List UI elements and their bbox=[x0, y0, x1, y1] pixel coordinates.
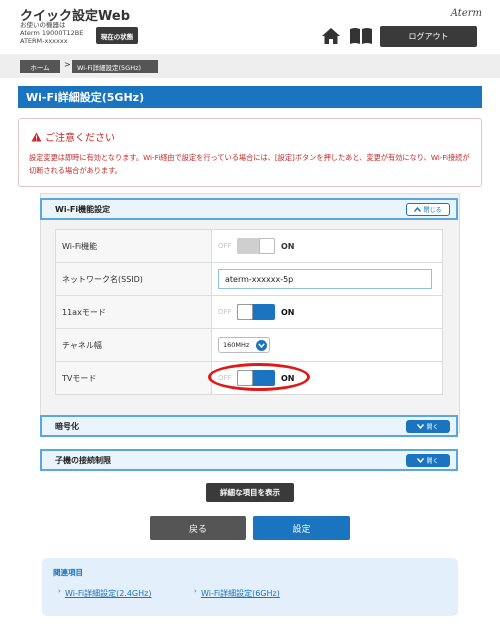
chevron-down-icon bbox=[256, 339, 267, 351]
channel-width-label: チャネル幅 bbox=[55, 328, 212, 362]
expand-button[interactable]: 開く bbox=[406, 454, 450, 467]
caution-title: ご注意ください bbox=[45, 133, 115, 144]
table-row: 11axモード OFF ON bbox=[55, 295, 443, 329]
11ax-mode-value: OFF ON bbox=[211, 295, 443, 329]
back-button[interactable]: 戻る bbox=[150, 516, 246, 540]
collapse-button-label: 閉じる bbox=[423, 207, 442, 214]
table-row: Wi-Fi機能 OFF ON bbox=[55, 229, 443, 263]
table-row: ネットワーク名(SSID) bbox=[55, 262, 443, 296]
header: クイック設定Web お使いの機器は Aterm 19000T12BE ATERM… bbox=[0, 0, 500, 54]
device-info: お使いの機器は Aterm 19000T12BE ATERM-xxxxxx bbox=[20, 21, 83, 45]
client-limit-section-header[interactable]: 子機の接続制限 開く bbox=[40, 449, 458, 471]
page-title: Wi-Fi詳細設定(5GHz) bbox=[18, 86, 482, 108]
brand-logo: Aterm bbox=[450, 8, 482, 19]
toggle-knob bbox=[259, 238, 275, 254]
home-icon[interactable] bbox=[321, 27, 341, 45]
expand-button-label: 開く bbox=[426, 458, 439, 465]
related-items-box: 関連項目 › Wi-Fi詳細設定(2.4GHz) › Wi-Fi詳細設定(6GH… bbox=[42, 558, 458, 616]
toggle-switch[interactable] bbox=[237, 238, 275, 254]
wifi-function-label: Wi-Fi機能 bbox=[55, 229, 212, 263]
breadcrumb-separator: > bbox=[64, 60, 71, 69]
toggle-on-label: ON bbox=[281, 241, 295, 251]
chevron-down-icon bbox=[417, 424, 425, 429]
toggle-off-label: OFF bbox=[218, 242, 232, 250]
toggle-off-label: OFF bbox=[218, 308, 232, 316]
toggle-knob bbox=[237, 304, 253, 320]
manual-book-icon[interactable] bbox=[349, 27, 373, 45]
related-link-6ghz[interactable]: Wi-Fi詳細設定(6GHz) bbox=[201, 588, 280, 599]
device-model: Aterm 19000T12BE bbox=[20, 29, 84, 37]
related-link-24ghz[interactable]: Wi-Fi詳細設定(2.4GHz) bbox=[65, 588, 151, 599]
11ax-mode-toggle[interactable]: OFF ON bbox=[218, 304, 442, 320]
highlight-annotation bbox=[208, 363, 310, 391]
encryption-section-title: 暗号化 bbox=[55, 421, 79, 431]
ssid-label: ネットワーク名(SSID) bbox=[55, 262, 212, 296]
toggle-switch[interactable] bbox=[237, 304, 275, 320]
ssid-value bbox=[211, 262, 443, 296]
breadcrumb-home[interactable]: ホーム bbox=[20, 60, 60, 73]
client-limit-section-title: 子機の接続制限 bbox=[55, 455, 111, 465]
expand-button-label: 開く bbox=[426, 424, 439, 431]
logout-button[interactable]: ログアウト bbox=[380, 26, 477, 47]
show-details-button[interactable]: 詳細な項目を表示 bbox=[206, 483, 294, 502]
caution-box: ご注意ください 設定変更は即時に有効となります。Wi-Fi経由で設定を行っている… bbox=[18, 118, 482, 187]
apply-button[interactable]: 設定 bbox=[253, 516, 350, 540]
wifi-function-toggle[interactable]: OFF ON bbox=[218, 238, 442, 254]
link-bullet-icon: › bbox=[58, 587, 61, 595]
chevron-up-icon bbox=[414, 207, 422, 212]
channel-width-value: 160MHz bbox=[211, 328, 443, 362]
device-info-label: お使いの機器は bbox=[20, 21, 66, 29]
link-bullet-icon: › bbox=[194, 587, 197, 595]
caution-text: 設定変更は即時に有効となります。Wi-Fi経由で設定を行っている場合には、[設定… bbox=[29, 153, 470, 175]
current-status-button[interactable]: 現在の状態 bbox=[96, 27, 138, 44]
related-items-title: 関連項目 bbox=[53, 568, 83, 577]
collapse-button[interactable]: 閉じる bbox=[406, 203, 450, 216]
wifi-function-value: OFF ON bbox=[211, 229, 443, 263]
chevron-down-icon bbox=[417, 458, 425, 463]
toggle-on-label: ON bbox=[281, 307, 295, 317]
wifi-function-section-header[interactable]: Wi-Fi機能設定 閉じる bbox=[40, 198, 458, 220]
breadcrumb-current: Wi-Fi詳細設定(5GHz) bbox=[72, 60, 158, 73]
channel-width-select[interactable]: 160MHz bbox=[218, 337, 270, 353]
channel-width-selected: 160MHz bbox=[223, 341, 250, 349]
encryption-section-header[interactable]: 暗号化 開く bbox=[40, 415, 458, 437]
expand-button[interactable]: 開く bbox=[406, 420, 450, 433]
wifi-function-section-title: Wi-Fi機能設定 bbox=[55, 204, 111, 214]
warning-icon bbox=[31, 132, 42, 141]
11ax-mode-label: 11axモード bbox=[55, 295, 212, 329]
tv-mode-label: TVモード bbox=[55, 361, 212, 395]
device-name: ATERM-xxxxxx bbox=[20, 37, 68, 45]
ssid-input[interactable] bbox=[218, 269, 432, 289]
table-row: チャネル幅 160MHz bbox=[55, 328, 443, 362]
caution-heading: ご注意ください bbox=[31, 129, 115, 144]
